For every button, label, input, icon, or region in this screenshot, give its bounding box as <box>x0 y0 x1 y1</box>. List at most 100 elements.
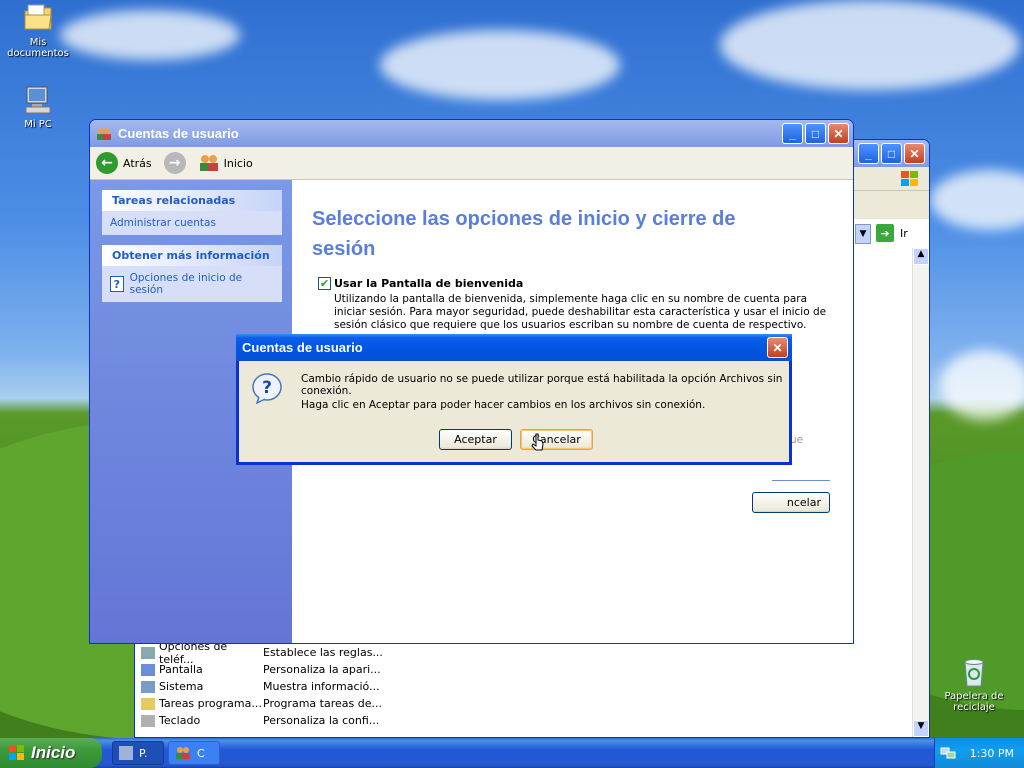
list-item-description: Personaliza la apari... <box>263 663 381 676</box>
message-dialog: Cuentas de usuario ✕ ? Cambio rápido de … <box>236 334 792 465</box>
phone-options-icon <box>141 646 155 659</box>
address-dropdown-button[interactable]: ▼ <box>855 224 871 244</box>
start-label: Inicio <box>31 743 76 762</box>
list-item[interactable]: Tareas programa... Programa tareas de... <box>141 695 383 712</box>
minimize-button[interactable]: _ <box>782 123 803 144</box>
user-accounts-title-bar[interactable]: Cuentas de usuario _ □ ✕ <box>90 120 853 147</box>
divider <box>772 480 830 481</box>
manage-accounts-link[interactable]: Administrar cuentas <box>102 211 282 235</box>
cloud <box>380 30 620 100</box>
related-tasks-header[interactable]: Tareas relacionadas <box>102 190 282 211</box>
taskbar-task-control-panel[interactable]: P. <box>112 741 164 765</box>
close-button[interactable]: ✕ <box>904 143 925 164</box>
list-item-name: Pantalla <box>159 663 203 676</box>
dialog-message-line2: Haga clic en Aceptar para poder hacer ca… <box>301 399 706 411</box>
welcome-screen-option[interactable]: ✔ Usar la Pantalla de bienvenida <box>318 277 523 290</box>
logon-options-label: Opciones de inicio de sesión <box>129 272 243 296</box>
display-icon <box>141 663 155 676</box>
taskbar: Inicio P. C 1:30 PM <box>0 738 1024 768</box>
network-icon[interactable] <box>940 746 956 760</box>
scroll-down-button[interactable]: ▼ <box>913 720 929 737</box>
list-item-name: Teclado <box>159 714 201 727</box>
maximize-button[interactable]: □ <box>805 123 826 144</box>
window-title: Cuentas de usuario <box>118 126 239 141</box>
desktop-icon-label: Mis documentos <box>7 37 69 59</box>
start-button[interactable]: Inicio <box>0 738 102 768</box>
system-tray: 1:30 PM <box>934 738 1024 768</box>
cloud <box>940 350 1024 420</box>
more-info-header[interactable]: Obtener más información <box>102 245 282 266</box>
welcome-screen-checkbox[interactable]: ✔ <box>318 277 331 290</box>
dialog-message-line1: Cambio rápido de usuario no se puede uti… <box>301 373 783 397</box>
ok-button[interactable]: Aceptar <box>439 429 512 450</box>
desktop-icon-label: Papelera de reciclaje <box>944 691 1004 713</box>
dialog-title: Cuentas de usuario <box>242 340 363 355</box>
windows-logo-icon <box>899 169 921 189</box>
list-item-name: Sistema <box>159 680 204 693</box>
logon-options-link[interactable]: ? Opciones de inicio de sesión <box>102 266 282 302</box>
related-tasks-panel: Tareas relacionadas Administrar cuentas <box>102 190 282 235</box>
desktop-icon-recycle-bin[interactable]: Papelera de reciclaje <box>936 656 1012 713</box>
users-home-icon <box>198 154 220 172</box>
list-item[interactable]: Opciones de teléf... Establece las regla… <box>141 640 383 666</box>
scheduled-tasks-icon <box>141 697 155 710</box>
page-title: Seleccione las opciones de inicio y cier… <box>312 208 736 260</box>
options-cancel-button[interactable]: ncelar <box>752 492 830 513</box>
list-item[interactable]: Teclado Personaliza la confi... <box>141 712 383 729</box>
folder-icon <box>22 2 54 34</box>
clock[interactable]: 1:30 PM <box>970 747 1014 760</box>
recycle-bin-icon <box>958 656 990 688</box>
list-item[interactable]: Sistema Muestra informació... <box>141 678 383 695</box>
computer-icon <box>22 84 54 116</box>
list-item[interactable]: Pantalla Personaliza la apari... <box>141 661 383 678</box>
go-arrow-icon: ➔ <box>876 224 894 242</box>
go-button[interactable]: ➔ Ir <box>876 224 908 242</box>
user-accounts-icon <box>96 127 112 141</box>
scroll-up-button[interactable]: ▲ <box>913 248 929 265</box>
taskbar-task-label: P. <box>139 746 148 760</box>
cloud <box>930 170 1024 230</box>
desktop-icon-my-computer[interactable]: Mi PC <box>0 84 76 130</box>
go-label: Ir <box>900 226 908 240</box>
question-icon: ? <box>251 372 283 405</box>
forward-arrow-icon: → <box>163 152 186 174</box>
desktop-icon-label: Mi PC <box>24 119 52 130</box>
list-item-name: Tareas programa... <box>159 697 262 710</box>
home-button[interactable]: Inicio <box>198 154 253 172</box>
help-icon: ? <box>110 276 124 292</box>
dialog-title-bar[interactable]: Cuentas de usuario ✕ <box>236 334 792 361</box>
desktop-icon-my-documents[interactable]: Mis documentos <box>0 2 76 59</box>
user-accounts-icon <box>175 746 191 760</box>
taskbar-task-user-accounts[interactable]: C <box>168 741 220 765</box>
mouse-cursor-icon <box>531 433 545 455</box>
welcome-screen-label: Usar la Pantalla de bienvenida <box>334 277 524 290</box>
toolbar: ← Atrás → Inicio <box>90 147 853 180</box>
home-label: Inicio <box>223 156 253 170</box>
options-cancel-label: ncelar <box>786 496 821 509</box>
back-label: Atrás <box>123 156 152 170</box>
cloud <box>720 0 1020 90</box>
list-item-description: Establece las reglas... <box>263 646 383 659</box>
more-info-panel: Obtener más información ? Opciones de in… <box>102 245 282 302</box>
vertical-scrollbar[interactable]: ▲ ▼ <box>912 248 929 737</box>
windows-flag-icon <box>8 744 26 762</box>
back-arrow-icon: ← <box>96 152 118 174</box>
list-item-description: Programa tareas de... <box>263 697 382 710</box>
list-item-description: Personaliza la confi... <box>263 714 380 727</box>
control-panel-list: Opciones de teléf... Establece las regla… <box>141 640 383 729</box>
dialog-close-button[interactable]: ✕ <box>767 337 788 358</box>
welcome-screen-description: Utilizando la pantalla de bienvenida, si… <box>334 293 827 331</box>
svg-text:?: ? <box>262 378 272 398</box>
control-panel-icon <box>119 746 133 760</box>
taskbar-task-label: C <box>197 746 205 760</box>
back-button[interactable]: ← Atrás <box>96 152 152 174</box>
list-item-description: Muestra informació... <box>263 680 380 693</box>
forward-button[interactable]: → <box>163 152 186 174</box>
cloud <box>60 10 240 60</box>
keyboard-icon <box>141 714 155 727</box>
system-icon <box>141 680 155 693</box>
close-button[interactable]: ✕ <box>828 123 849 144</box>
ok-label: Aceptar <box>454 433 497 446</box>
maximize-button[interactable]: □ <box>881 143 902 164</box>
minimize-button[interactable]: _ <box>858 143 879 164</box>
